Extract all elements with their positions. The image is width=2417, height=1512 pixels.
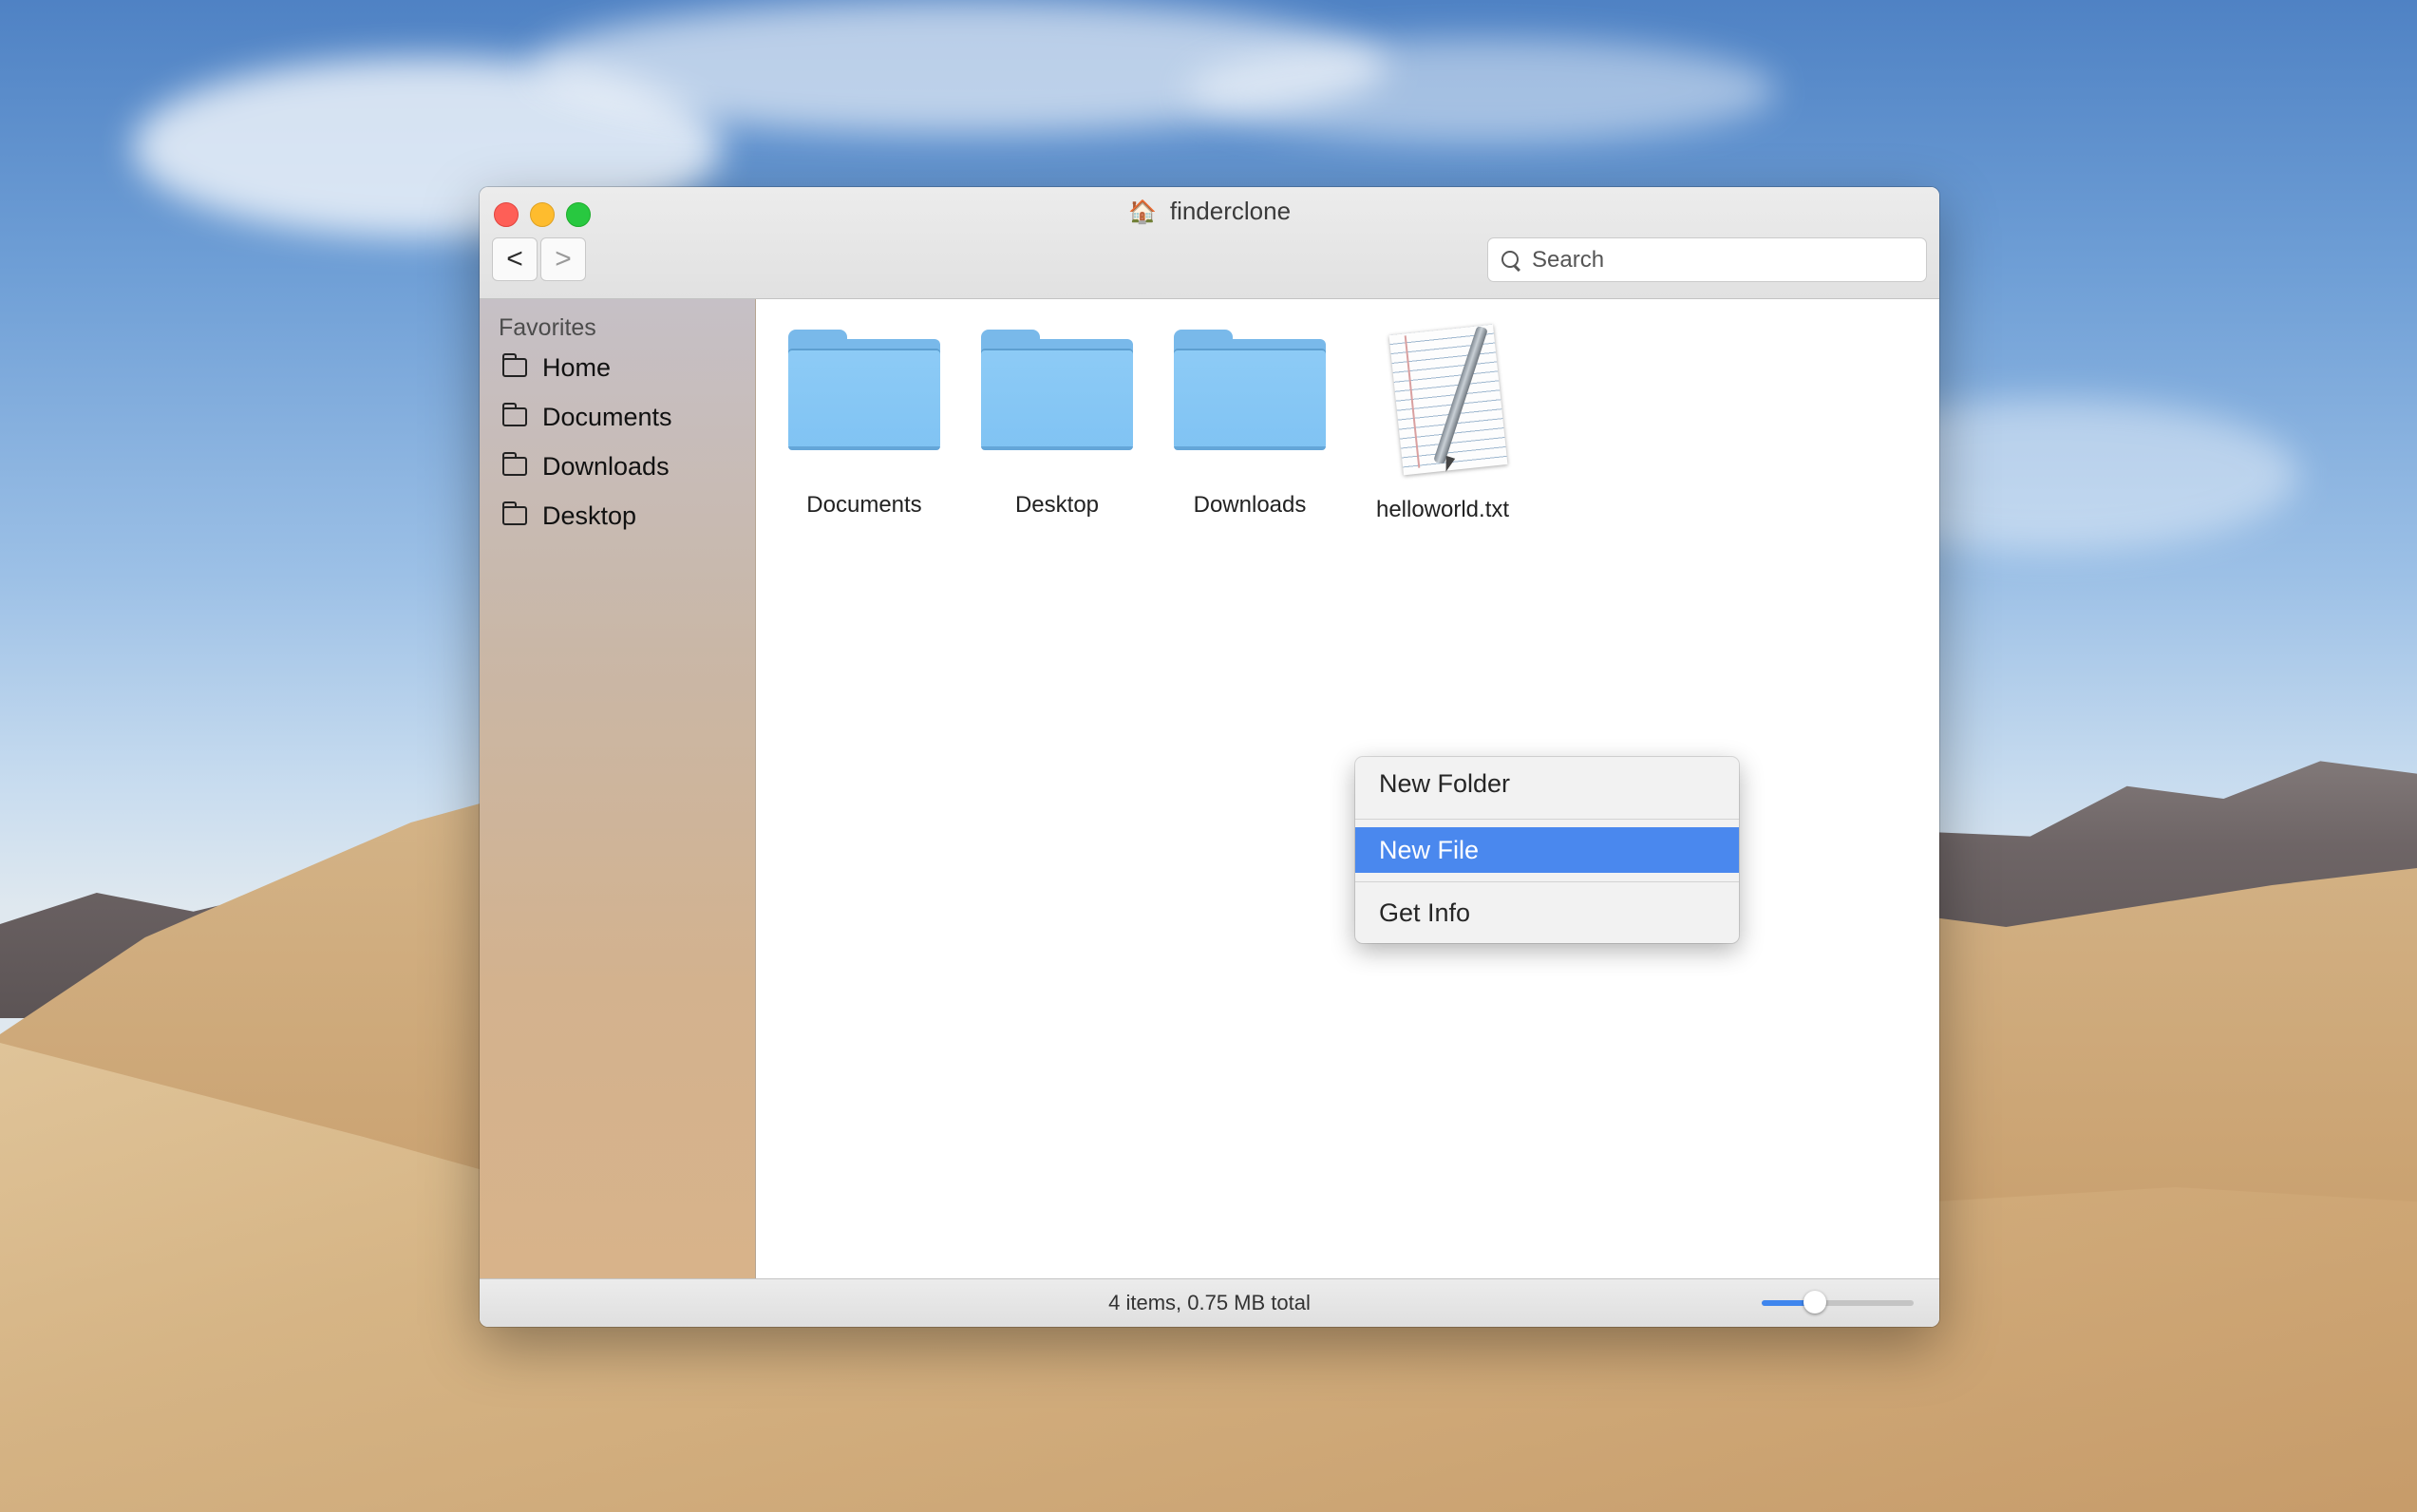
- menu-separator: [1355, 881, 1739, 882]
- status-bar: 4 items, 0.75 MB total: [480, 1278, 1939, 1327]
- folder-icon: [502, 403, 527, 426]
- sidebar-item-label: Desktop: [542, 501, 637, 530]
- sidebar-item-downloads[interactable]: Downloads: [502, 447, 670, 485]
- window-title: 🏠 finderclone: [480, 197, 1939, 226]
- sidebar-heading: Favorites: [499, 314, 596, 341]
- sidebar-item-label: Home: [542, 352, 612, 382]
- sidebar-item-documents[interactable]: Documents: [502, 398, 672, 436]
- menu-item-new-folder[interactable]: New Folder: [1355, 761, 1739, 806]
- title-bar[interactable]: 🏠 finderclone < >: [480, 187, 1939, 299]
- context-menu: New Folder New File Get Info: [1355, 757, 1739, 943]
- folder-icon: [502, 452, 527, 476]
- sidebar-item-home[interactable]: Home: [502, 349, 611, 387]
- file-name: Downloads: [1193, 492, 1307, 518]
- folder-icon: [502, 353, 527, 377]
- folder-icon: [981, 330, 1133, 450]
- file-item-downloads[interactable]: Downloads: [1155, 330, 1345, 519]
- file-name: helloworld.txt: [1375, 497, 1510, 522]
- back-button[interactable]: <: [492, 237, 538, 281]
- file-name: Desktop: [1014, 492, 1100, 518]
- menu-separator: [1355, 819, 1739, 820]
- window-title-text: finderclone: [1169, 197, 1292, 225]
- file-name: Documents: [806, 492, 922, 518]
- folder-icon: [1174, 330, 1326, 450]
- status-summary: 4 items, 0.75 MB total: [1108, 1291, 1311, 1314]
- search-icon: [1501, 251, 1519, 268]
- icon-size-slider[interactable]: [1762, 1291, 1914, 1314]
- sidebar-item-label: Documents: [542, 402, 672, 431]
- text-document-icon: [1381, 324, 1508, 476]
- sidebar-item-desktop[interactable]: Desktop: [502, 497, 636, 535]
- search-input[interactable]: [1530, 244, 1917, 276]
- folder-icon: [502, 501, 527, 525]
- sidebar-item-label: Downloads: [542, 451, 670, 481]
- house-icon: 🏠: [1127, 199, 1157, 225]
- search-field[interactable]: [1487, 237, 1927, 282]
- menu-item-get-info[interactable]: Get Info: [1355, 890, 1739, 936]
- menu-item-new-file[interactable]: New File: [1355, 827, 1739, 873]
- file-item-helloworld[interactable]: helloworld.txt: [1348, 324, 1538, 523]
- sidebar: Favorites Home Documents Downloads Deskt…: [480, 299, 756, 1279]
- file-browser-content[interactable]: Documents Desktop Downloads helloworld.t…: [756, 299, 1939, 1279]
- folder-icon: [788, 330, 940, 450]
- file-item-documents[interactable]: Documents: [769, 330, 959, 519]
- slider-knob[interactable]: [1803, 1291, 1826, 1314]
- forward-button[interactable]: >: [540, 237, 586, 281]
- file-item-desktop[interactable]: Desktop: [962, 330, 1152, 519]
